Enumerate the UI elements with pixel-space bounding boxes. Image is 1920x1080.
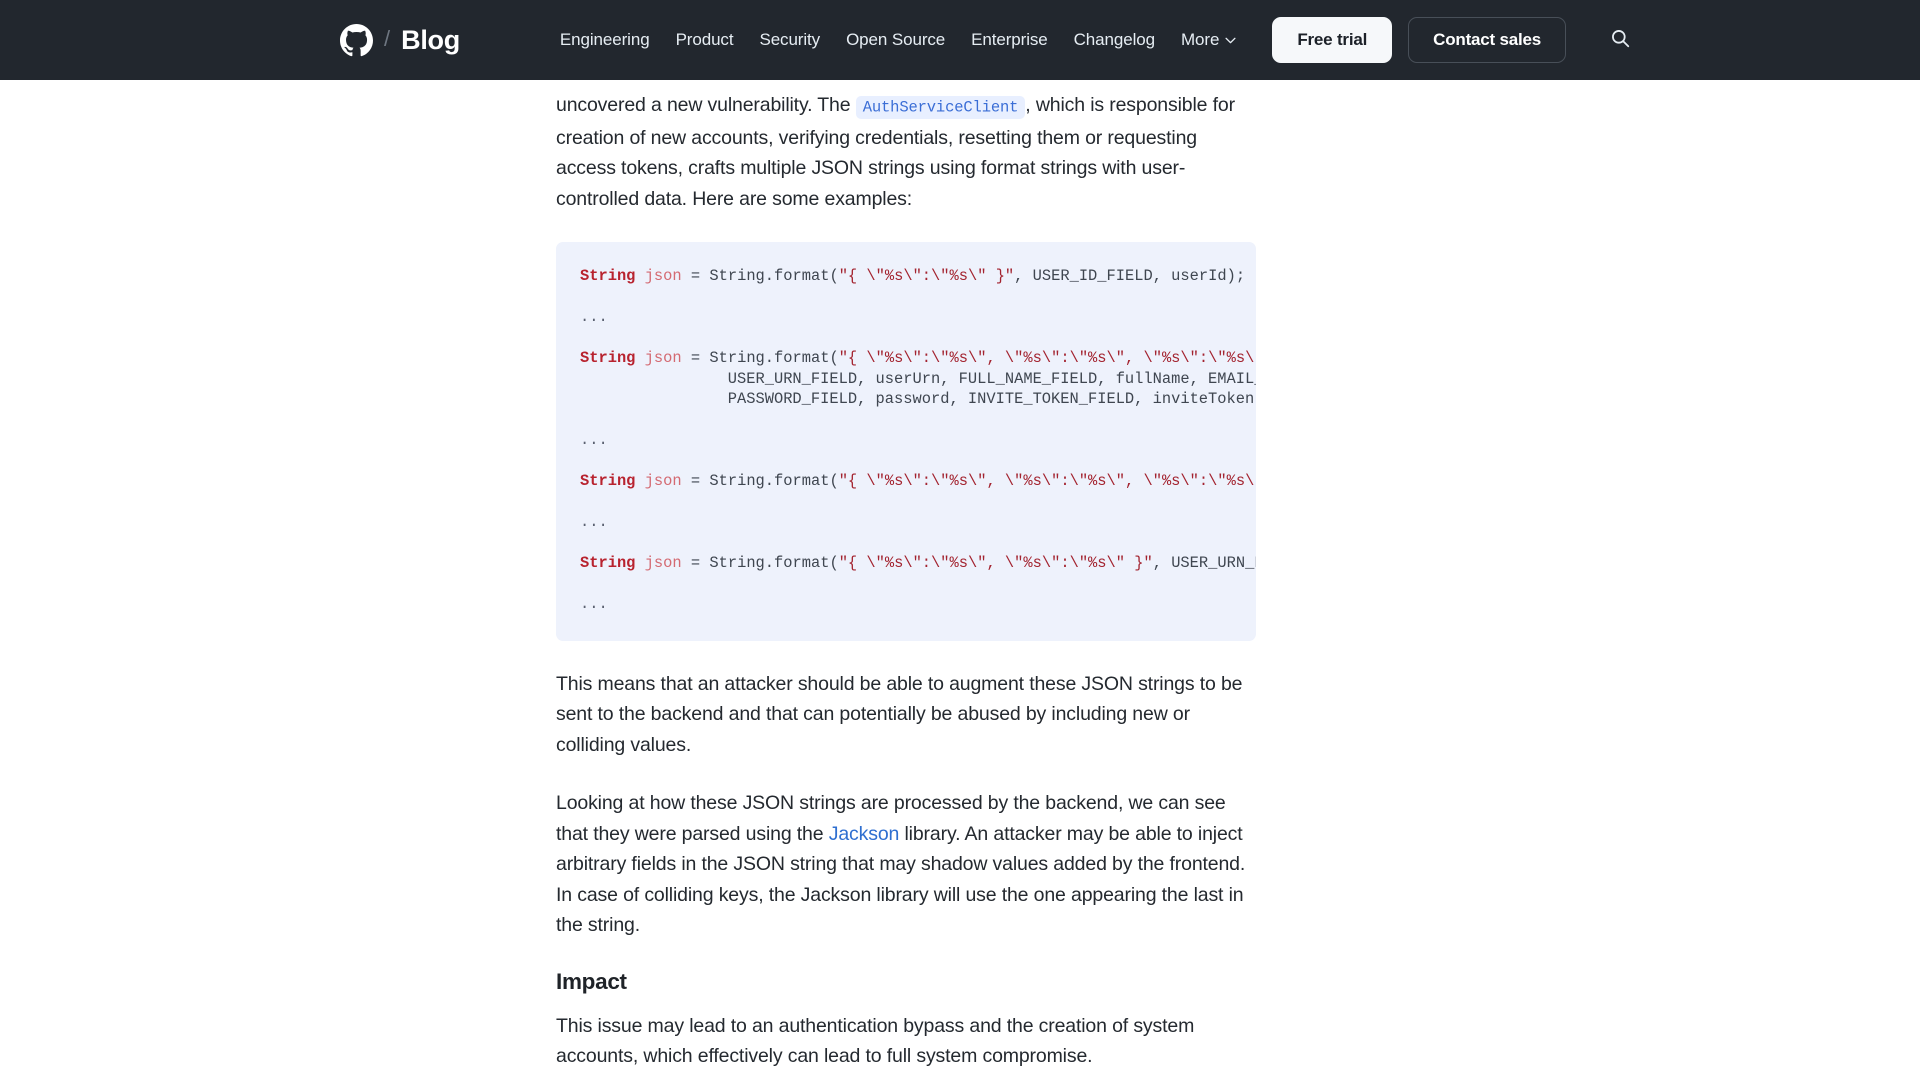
nav-item-product[interactable]: Product: [676, 30, 734, 50]
search-button[interactable]: [1603, 23, 1637, 57]
nav-item-more[interactable]: More: [1181, 30, 1236, 50]
paragraph-impact: This issue may lead to an authentication…: [556, 1014, 1195, 1068]
nav-item-engineering[interactable]: Engineering: [560, 30, 650, 50]
main-nav: Engineering Product Security Open Source…: [560, 30, 1236, 50]
nav-item-open-source[interactable]: Open Source: [846, 30, 945, 50]
nav-item-changelog[interactable]: Changelog: [1074, 30, 1155, 50]
header-actions: Free trial Contact sales: [1272, 17, 1637, 63]
article-body: uncovered a new vulnerability. The AuthS…: [0, 80, 1920, 1080]
contact-sales-button[interactable]: Contact sales: [1408, 17, 1567, 63]
nav-more-label: More: [1180, 30, 1220, 49]
code-block[interactable]: String json = String.format("{ \"%s\":\"…: [556, 242, 1256, 641]
github-mark-icon: [340, 23, 373, 57]
free-trial-button[interactable]: Free trial: [1272, 17, 1393, 63]
paragraph-intro-before: uncovered a new vulnerability. The: [556, 94, 851, 116]
search-icon: [1610, 28, 1631, 52]
paragraph-intro: uncovered a new vulnerability. The AuthS…: [556, 90, 1256, 214]
chevron-down-icon: [1225, 37, 1236, 44]
jackson-link[interactable]: Jackson: [829, 823, 900, 845]
nav-item-security[interactable]: Security: [759, 30, 820, 50]
section-heading-impact: Impact: [556, 968, 627, 994]
paragraph-jackson: Looking at how these JSON strings are pr…: [556, 788, 1256, 941]
inline-code-authserviceclient: AuthServiceClient: [855, 95, 1026, 119]
brand-separator: /: [384, 26, 391, 51]
site-header: / Blog Engineering Product Security Open…: [0, 0, 1920, 80]
paragraph-attacker: This means that an attacker should be ab…: [556, 672, 1243, 756]
brand[interactable]: / Blog: [340, 23, 460, 57]
nav-item-enterprise[interactable]: Enterprise: [971, 30, 1048, 50]
code-block-content: String json = String.format("{ \"%s\":\"…: [580, 267, 1256, 613]
brand-title: Blog: [401, 24, 460, 55]
